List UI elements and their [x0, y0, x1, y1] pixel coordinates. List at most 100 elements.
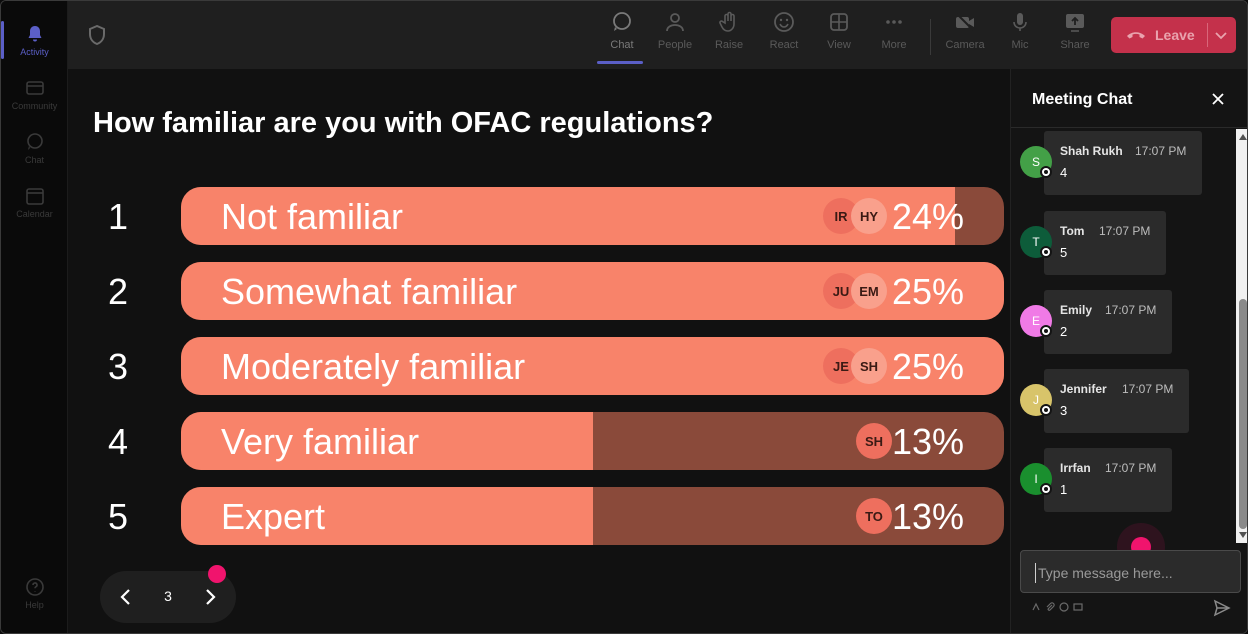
voter-avatar: HY [851, 198, 887, 234]
chevron-right-icon[interactable] [200, 587, 220, 607]
camera-off-icon [956, 13, 974, 31]
poll-stage: How familiar are you with OFAC regulatio… [68, 69, 1010, 633]
meeting-window: Activity Community Chat Calendar Help Ch… [0, 0, 1248, 634]
app-rail: Activity Community Chat Calendar Help [1, 1, 68, 633]
bell-icon [28, 25, 41, 41]
leave-button[interactable]: Leave [1111, 17, 1236, 53]
send-icon[interactable] [1213, 599, 1231, 617]
scroll-up-arrow-icon[interactable] [1239, 134, 1247, 140]
leave-divider [1207, 23, 1208, 47]
avatar-initial: J [1033, 393, 1039, 407]
toolbar-divider [930, 19, 931, 55]
toolbar-people-button[interactable]: People [648, 11, 702, 61]
poll-question: How familiar are you with OFAC regulatio… [93, 107, 714, 139]
option-number: 1 [108, 196, 129, 237]
click-indicator-dot [208, 565, 226, 583]
more-icon [886, 20, 902, 24]
chat-compose-box[interactable] [1020, 550, 1241, 593]
toolbar-camera-button[interactable]: Camera [938, 11, 992, 61]
message-text: 4 [1060, 165, 1068, 180]
voter-avatar: EM [851, 273, 887, 309]
message-timestamp: 17:07 PM [1099, 224, 1151, 238]
option-label: Not familiar [221, 196, 404, 237]
presence-status-icon [1040, 166, 1052, 178]
message-sender: Tom [1060, 224, 1085, 238]
avatar-initial: S [1031, 155, 1040, 169]
chat-scrollbar[interactable] [1236, 129, 1247, 543]
message-sender: Irrfan [1060, 461, 1091, 475]
voter-avatar: TO [856, 498, 892, 534]
calendar-icon [25, 187, 44, 205]
avatar-initial: T [1032, 235, 1040, 249]
presence-status-icon [1040, 325, 1052, 337]
option-percentage: 24% [891, 196, 964, 237]
emoji-icon[interactable] [1059, 602, 1069, 612]
toolbar-chat-button[interactable]: Chat [595, 11, 649, 64]
option-label: Expert [221, 496, 326, 537]
presence-status-icon [1040, 404, 1052, 416]
avatar-initial: E [1031, 314, 1040, 328]
community-icon [25, 80, 44, 95]
format-icon[interactable] [1031, 602, 1041, 612]
chat-avatar: E [1020, 305, 1052, 337]
message-text: 1 [1060, 482, 1068, 497]
chevron-left-icon[interactable] [116, 587, 136, 607]
grid-view-icon [830, 13, 848, 31]
meeting-toolbar: Chat People Raise React View More Camera [68, 1, 1247, 69]
toolbar-raise-button[interactable]: Raise [702, 11, 756, 61]
message-text: 5 [1060, 245, 1068, 260]
option-percentage: 13% [891, 421, 964, 462]
message-timestamp: 17:07 PM [1105, 303, 1157, 317]
close-icon[interactable] [1210, 91, 1226, 107]
message-sender: Shah Rukh [1060, 144, 1123, 158]
smiley-icon [774, 12, 794, 32]
toolbar-share-button[interactable]: Share [1048, 11, 1102, 61]
chat-avatar: S [1020, 146, 1052, 178]
chat-message[interactable]: Emily 17:07 PM 2 [1044, 290, 1172, 354]
toolbar-more-button[interactable]: More [867, 11, 921, 61]
hang-up-icon [1127, 32, 1145, 39]
shield-icon[interactable] [88, 25, 106, 45]
toolbar-view-button[interactable]: View [812, 11, 866, 61]
chat-message-input[interactable] [1035, 563, 1225, 583]
poll-result-bar: Somewhat familiar JU EM 25% [181, 262, 1004, 320]
rail-item-chat[interactable]: Chat [1, 121, 68, 175]
option-percentage: 13% [891, 496, 964, 537]
rail-item-community[interactable]: Community [1, 67, 68, 121]
chat-icon [613, 12, 631, 31]
message-text: 2 [1060, 324, 1068, 339]
toolbar-mic-button[interactable]: Mic [993, 11, 1047, 61]
gif-icon[interactable] [1073, 602, 1083, 612]
toolbar-react-button[interactable]: React [757, 11, 811, 61]
chevron-down-icon[interactable] [1213, 27, 1229, 43]
chat-message[interactable]: Shah Rukh 17:07 PM 4 [1044, 131, 1202, 195]
people-icon [666, 13, 684, 32]
chat-avatar: J [1020, 384, 1052, 416]
message-sender: Jennifer [1060, 382, 1107, 396]
attach-icon[interactable] [1045, 602, 1055, 612]
chat-message[interactable]: Irrfan 17:07 PM 1 [1044, 448, 1172, 512]
chat-avatar: T [1020, 226, 1052, 258]
format-toolbar [1031, 602, 1083, 612]
message-timestamp: 17:07 PM [1135, 144, 1187, 158]
presence-status-icon [1040, 246, 1052, 258]
raise-hand-icon [719, 11, 735, 32]
poll-result-bar: Moderately familiar JE SH 25% [181, 337, 1004, 395]
rail-item-help[interactable]: Help [1, 577, 68, 623]
message-timestamp: 17:07 PM [1105, 461, 1157, 475]
option-number: 3 [108, 346, 129, 387]
voter-avatar: SH [851, 348, 887, 384]
share-screen-icon [1066, 14, 1084, 32]
chat-divider [1011, 127, 1247, 128]
microphone-icon [1013, 13, 1027, 31]
rail-item-activity[interactable]: Activity [1, 13, 68, 67]
rail-item-calendar[interactable]: Calendar [1, 175, 68, 229]
chat-message[interactable]: Tom 17:07 PM 5 [1044, 211, 1166, 275]
scroll-thumb[interactable] [1239, 299, 1247, 529]
chat-message[interactable]: Jennifer 17:07 PM 3 [1044, 369, 1189, 433]
meeting-chat-panel: Meeting Chat S Shah Rukh 17:07 PM 4 T Tom… [1010, 69, 1247, 633]
scroll-down-arrow-icon[interactable] [1239, 532, 1247, 538]
message-sender: Emily [1060, 303, 1093, 317]
chat-icon [26, 132, 43, 150]
presence-status-icon [1040, 483, 1052, 495]
